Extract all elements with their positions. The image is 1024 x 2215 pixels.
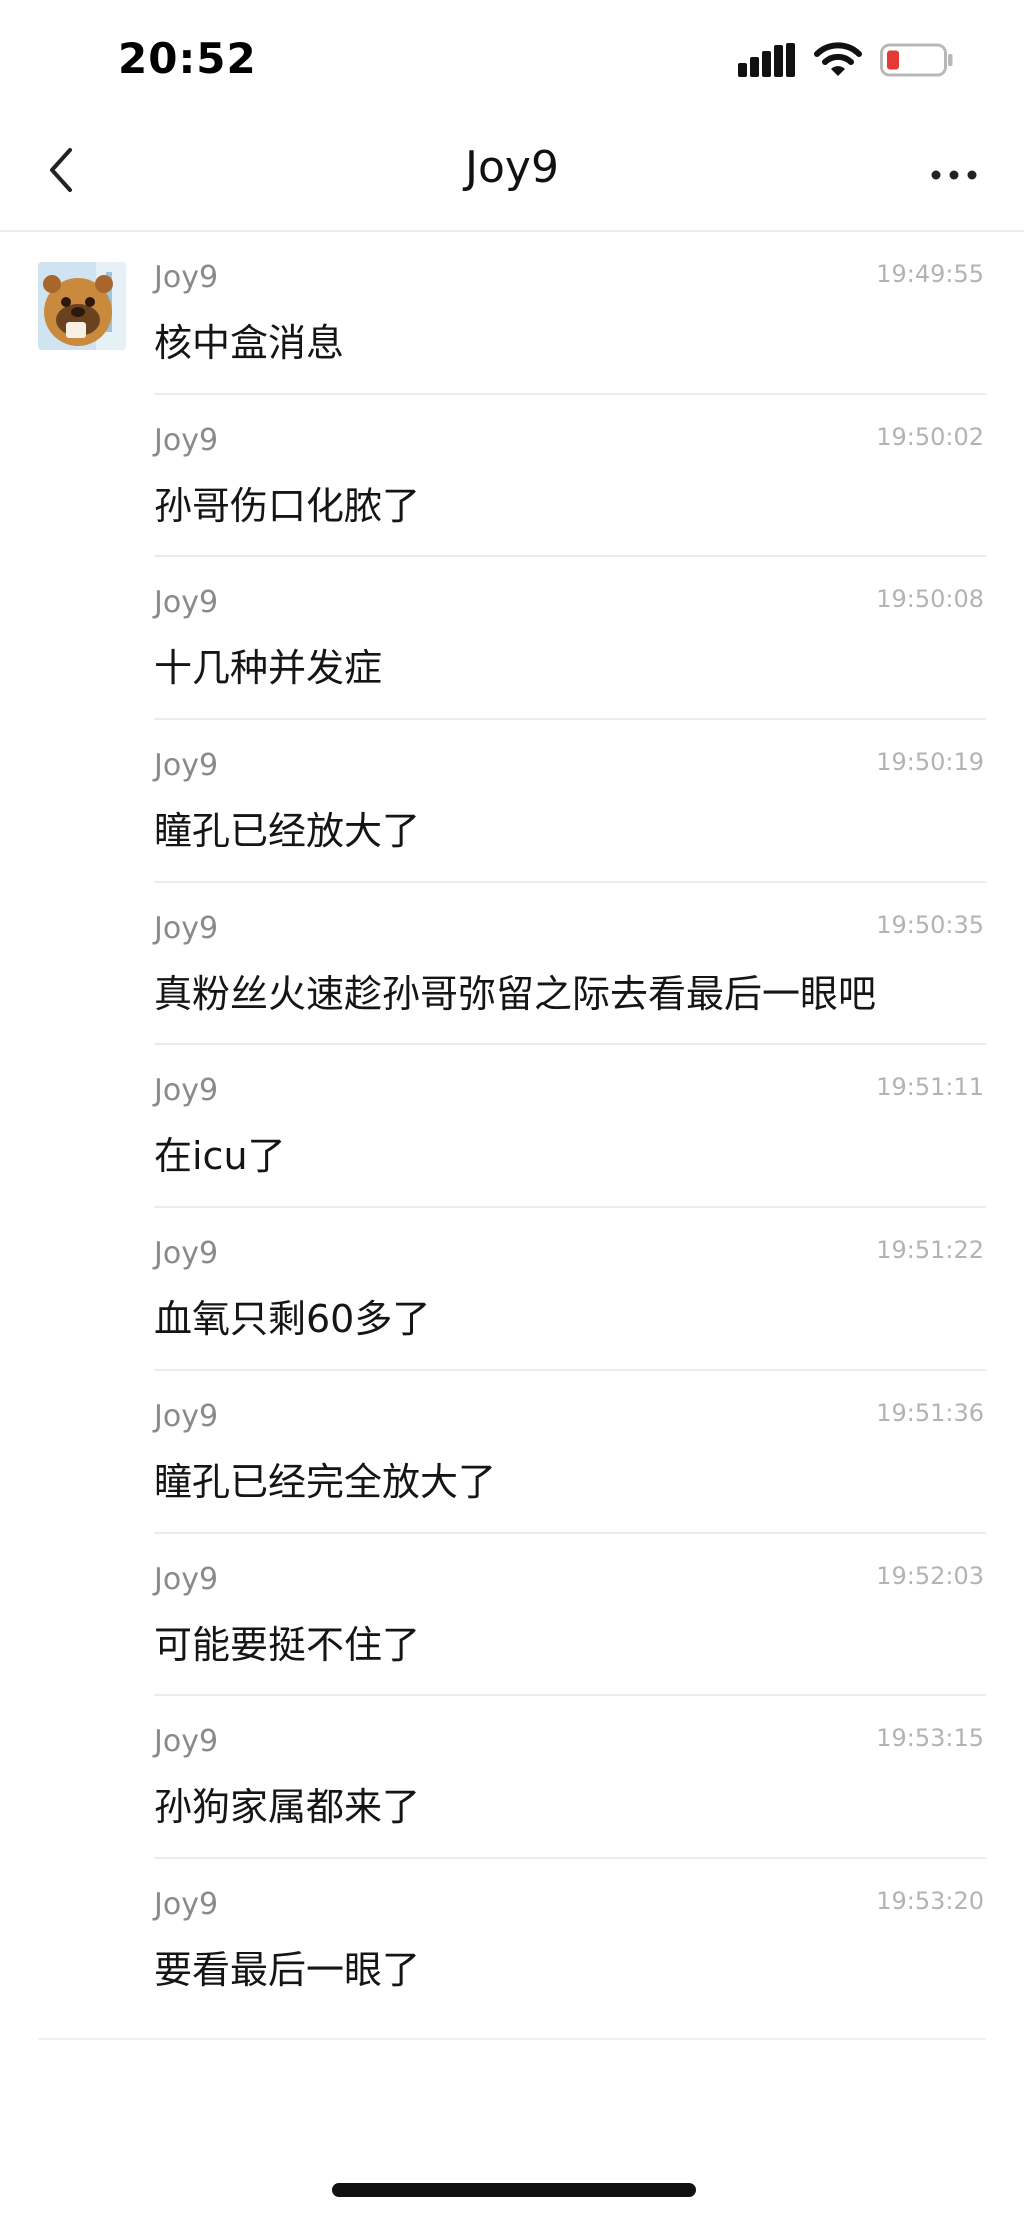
message-time: 19:51:36 [876,1398,984,1427]
message-text: 瞳孔已经完全放大了 [154,1459,497,1504]
message-text: 在icu了 [154,1134,286,1179]
status-time: 20:52 [118,34,257,83]
message-time: 19:52:03 [876,1561,984,1590]
message-time: 19:50:08 [876,585,984,614]
message-time: 19:50:19 [876,748,984,777]
status-bar: 20:52 [0,0,1024,120]
message-list: Joy9 19:49:55 核中盒消息 Joy9 19:50:02 孙哥伤口化脓… [0,232,1024,2022]
message-text: 孙狗家属都来了 [154,1785,421,1830]
message-item[interactable]: Joy9 19:53:20 要看最后一眼了 [154,1859,986,2022]
message-time: 19:49:55 [876,260,984,288]
message-item[interactable]: Joy9 19:50:08 十几种并发症 [154,557,986,721]
chat-title: Joy9 [465,142,559,193]
chat-header: Joy9 [0,120,1024,232]
message-sender: Joy9 [154,422,219,458]
message-sender: Joy9 [154,1724,219,1760]
message-item[interactable]: Joy9 19:51:22 血氧只剩60多了 [154,1208,986,1371]
list-end-divider [38,2038,986,2040]
message-sender: Joy9 [154,1236,219,1272]
message-text: 真粉丝火速趁孙哥弥留之际去看最后一眼吧 [154,971,877,1016]
message-item[interactable]: Joy9 19:50:35 真粉丝火速趁孙哥弥留之际去看最后一眼吧 [154,883,986,1046]
message-time: 19:53:20 [876,1886,984,1915]
message-sender: Joy9 [154,910,219,946]
message-sender: Joy9 [154,1398,219,1434]
message-time: 19:51:22 [876,1236,984,1265]
message-sender: Joy9 [154,260,219,295]
message-item[interactable]: Joy9 19:52:03 可能要挺不住了 [154,1534,986,1697]
message-sender: Joy9 [154,585,219,621]
message-text: 血氧只剩60多了 [154,1297,431,1342]
message-time: 19:50:02 [876,422,984,451]
message-text: 核中盒消息 [154,321,345,365]
message-text: 孙哥伤口化脓了 [154,483,421,528]
home-indicator[interactable] [332,2183,696,2197]
status-icons [738,42,954,82]
avatar[interactable] [38,262,126,350]
message-item[interactable]: Joy9 19:51:36 瞳孔已经完全放大了 [154,1371,986,1534]
message-item[interactable]: Joy9 19:50:19 瞳孔已经放大了 [154,720,986,883]
message-time: 19:53:15 [876,1724,984,1753]
message-sender: Joy9 [154,1561,219,1597]
message-text: 要看最后一眼了 [154,1947,421,1992]
wifi-icon [814,42,862,82]
battery-low-icon [880,42,954,82]
more-options-button[interactable] [924,150,984,200]
message-text: 瞳孔已经放大了 [154,809,421,854]
message-item[interactable]: Joy9 19:49:55 核中盒消息 [154,232,986,395]
message-sender: Joy9 [154,1886,219,1922]
message-item[interactable]: Joy9 19:50:02 孙哥伤口化脓了 [154,395,986,558]
message-text: 十几种并发症 [154,646,383,691]
message-item[interactable]: Joy9 19:51:11 在icu了 [154,1045,986,1209]
message-sender: Joy9 [154,748,219,784]
message-time: 19:50:35 [876,910,984,939]
more-dots-icon [930,166,978,185]
message-time: 19:51:11 [876,1073,984,1102]
message-item[interactable]: Joy9 19:53:15 孙狗家属都来了 [154,1696,986,1859]
message-sender: Joy9 [154,1073,219,1109]
message-text: 可能要挺不住了 [154,1622,421,1667]
signal-icon [738,43,796,81]
